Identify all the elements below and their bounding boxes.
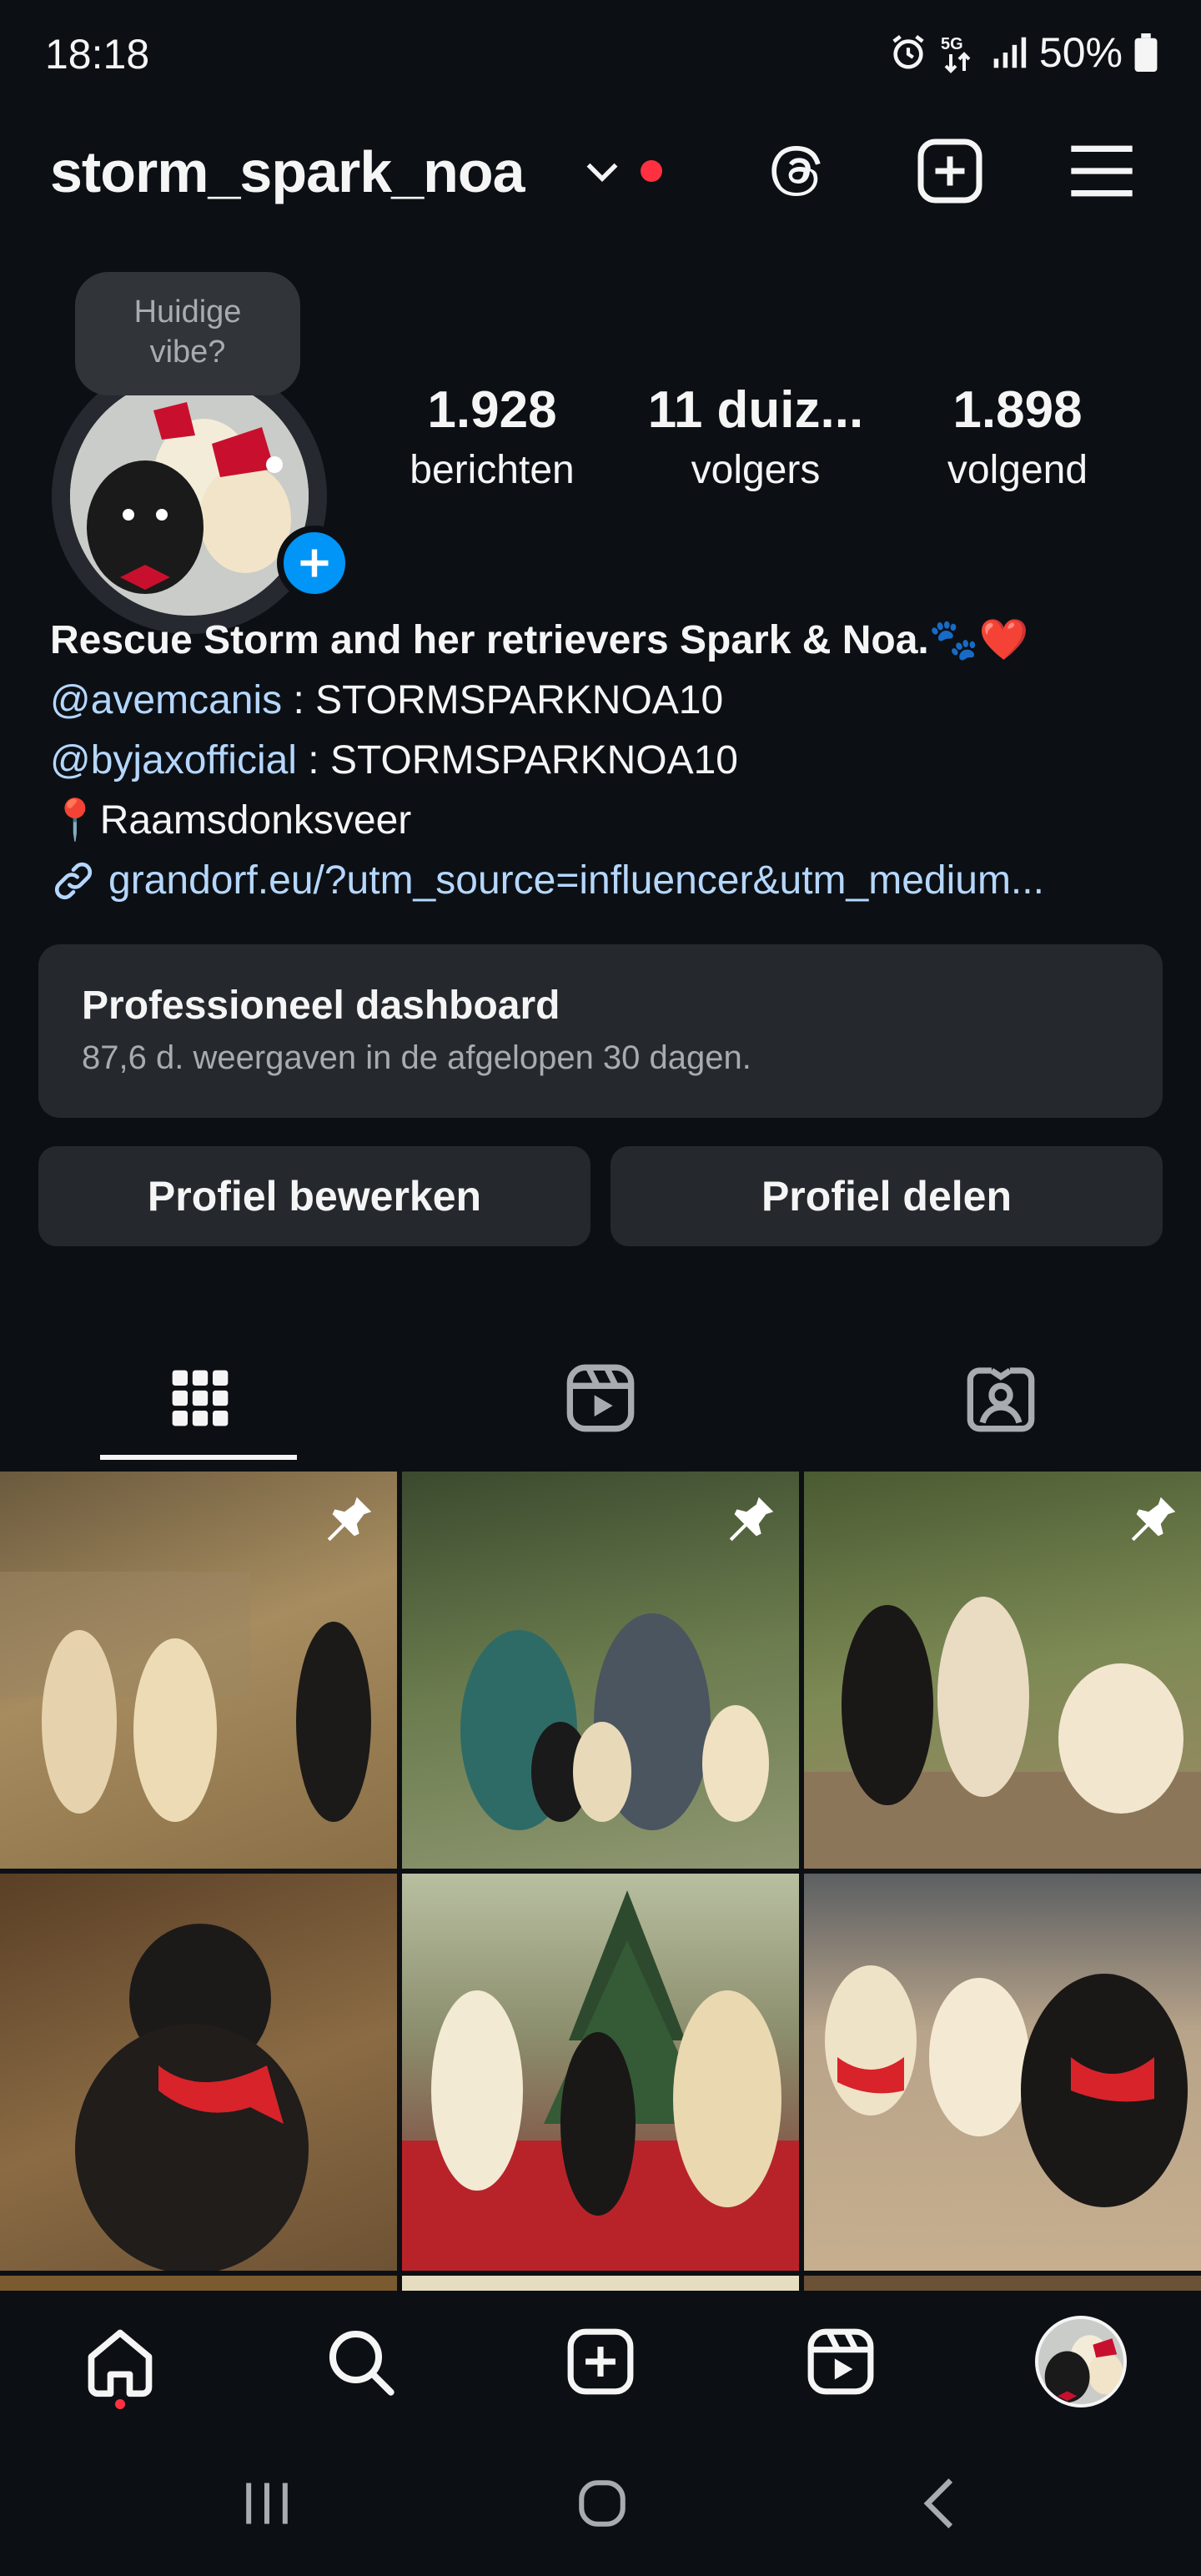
recent-apps-icon — [246, 2483, 288, 2524]
following-label: volgend — [947, 448, 1088, 492]
link-icon — [54, 862, 93, 900]
avatar-illustration — [1038, 2319, 1123, 2404]
signal-icon — [993, 37, 1027, 68]
bio-headline: Rescue Storm and her retrievers Spark & … — [50, 618, 1029, 662]
grid-icon — [172, 1370, 229, 1426]
post-thumbnail[interactable] — [804, 1472, 1201, 1869]
bottom-navigation — [0, 2291, 1201, 2433]
create-post-button[interactable] — [912, 133, 987, 209]
profile-avatar[interactable] — [70, 377, 309, 616]
account-switcher[interactable]: storm_spark_noa — [50, 138, 525, 205]
posts-grid — [0, 1472, 1201, 2306]
post-image — [402, 1890, 799, 2271]
battery-percent: 50% — [1038, 29, 1123, 76]
stat-following[interactable]: 1.898 volgend — [892, 377, 1143, 497]
pin-icon — [729, 1497, 774, 1542]
avatar-illustration — [70, 377, 309, 616]
post-thumbnail[interactable] — [0, 1874, 397, 2271]
profile-avatar-ring[interactable] — [52, 359, 352, 634]
alarm-icon — [892, 34, 924, 69]
threads-button[interactable] — [761, 133, 836, 209]
share-profile-button[interactable]: Profiel delen — [611, 1146, 1163, 1246]
bio-line-1: @avemcanis : STORMSPARKNOA10 — [50, 671, 1159, 731]
reels-icon — [566, 1364, 635, 1432]
nav-profile[interactable] — [1031, 2316, 1131, 2407]
mention-link[interactable]: @byjaxofficial — [50, 738, 297, 782]
tagged-icon — [967, 1367, 1035, 1432]
bio-external-link[interactable]: grandorf.eu/?utm_source=influencer&utm_m… — [50, 851, 1159, 911]
network-5g-icon: 5G — [941, 35, 971, 73]
status-bar: 18:18 5G 50% — [0, 0, 1201, 108]
home-circle-icon — [579, 2480, 626, 2527]
posts-count: 1.928 — [427, 381, 557, 439]
active-tab-indicator — [100, 1455, 297, 1460]
nav-reels[interactable] — [791, 2316, 891, 2407]
post-image — [75, 1924, 309, 2271]
discount-code: : STORMSPARKNOA10 — [282, 678, 724, 722]
notification-dot — [641, 160, 662, 182]
followers-count: 11 duiz... — [647, 381, 864, 439]
create-icon — [567, 2328, 634, 2395]
stat-followers[interactable]: 11 duiz... volgers — [631, 377, 881, 497]
reels-icon — [807, 2328, 874, 2395]
post-thumbnail[interactable] — [0, 1472, 397, 1869]
bio-line-2: @byjaxofficial : STORMSPARKNOA10 — [50, 731, 1159, 791]
status-time: 18:18 — [45, 31, 150, 78]
followers-label: volgers — [691, 448, 821, 492]
mention-link[interactable]: @avemcanis — [50, 678, 282, 722]
profile-avatar — [1035, 2316, 1127, 2407]
post-thumbnail[interactable] — [402, 1874, 799, 2271]
search-icon — [329, 2330, 394, 2396]
dashboard-subtitle: 87,6 d. weergaven in de afgelopen 30 dag… — [82, 1039, 751, 1076]
profile-stats: 1.928 berichten 11 duiz... volgers 1.898… — [367, 377, 1151, 511]
stat-posts[interactable]: 1.928 berichten — [367, 377, 617, 497]
home-system-button[interactable] — [552, 2466, 652, 2541]
back-icon — [923, 2478, 953, 2528]
link-text: grandorf.eu/?utm_source=influencer&utm_m… — [108, 858, 1044, 903]
back-button[interactable] — [889, 2466, 989, 2541]
plus-icon — [300, 549, 329, 577]
post-thumbnail[interactable] — [804, 1874, 1201, 2271]
discount-code: : STORMSPARKNOA10 — [296, 738, 738, 782]
content-tabs — [0, 1331, 1201, 1465]
home-icon — [88, 2329, 153, 2397]
profile-bio: Rescue Storm and her retrievers Spark & … — [50, 611, 1159, 911]
profile-header: storm_spark_noa — [0, 125, 1201, 217]
professional-dashboard[interactable]: Professioneel dashboard 87,6 d. weergave… — [38, 944, 1163, 1118]
pin-icon — [327, 1497, 372, 1542]
nav-create[interactable] — [550, 2316, 651, 2407]
recent-apps-button[interactable] — [217, 2466, 317, 2541]
pin-icon — [1131, 1497, 1176, 1542]
bio-location: 📍Raamsdonksveer — [50, 798, 412, 843]
nav-home[interactable] — [70, 2316, 170, 2407]
tab-grid[interactable] — [0, 1331, 400, 1465]
note-bubble[interactable]: Huidige vibe? — [75, 272, 300, 395]
system-navigation-bar — [0, 2433, 1201, 2576]
post-image — [825, 1965, 1188, 2207]
status-icons: 5G 50% — [889, 28, 1158, 77]
home-notification-dot — [115, 2399, 125, 2409]
chevron-down-icon[interactable] — [584, 158, 621, 184]
create-icon — [917, 138, 982, 204]
svg-text:5G: 5G — [941, 35, 963, 53]
tab-tagged[interactable] — [801, 1331, 1201, 1465]
tab-reels[interactable] — [400, 1331, 801, 1465]
add-story-button[interactable] — [277, 526, 352, 601]
dashboard-title: Professioneel dashboard — [82, 984, 560, 1028]
nav-search[interactable] — [310, 2316, 410, 2407]
battery-icon — [1134, 33, 1158, 72]
edit-profile-button[interactable]: Profiel bewerken — [38, 1146, 590, 1246]
posts-label: berichten — [410, 448, 575, 492]
following-count: 1.898 — [952, 381, 1083, 439]
post-thumbnail[interactable] — [402, 1472, 799, 1869]
menu-icon — [1071, 145, 1133, 197]
menu-button[interactable] — [1064, 133, 1139, 209]
threads-icon — [771, 146, 821, 196]
